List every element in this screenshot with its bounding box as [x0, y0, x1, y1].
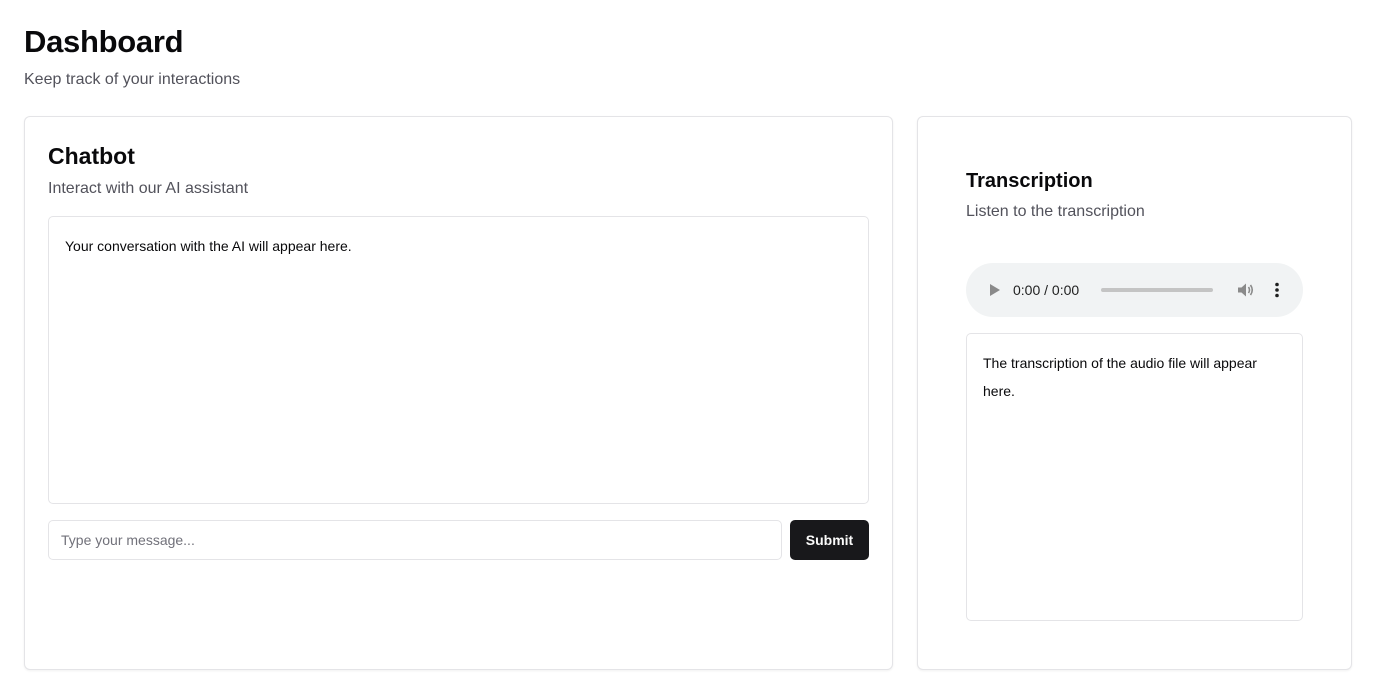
play-icon[interactable]: [986, 282, 1002, 298]
audio-progress-slider[interactable]: [1101, 288, 1213, 292]
chatbot-title: Chatbot: [48, 143, 135, 169]
page-subtitle: Keep track of your interactions: [24, 71, 241, 88]
dashboard-page: Dashboard Keep track of your interaction…: [0, 0, 1376, 694]
page-title: Dashboard: [24, 24, 184, 59]
volume-icon[interactable]: [1235, 280, 1255, 300]
transcription-placeholder: The transcription of the audio file will…: [983, 355, 1257, 399]
chatbot-subtitle: Interact with our AI assistant: [48, 180, 249, 197]
more-options-icon[interactable]: [1267, 280, 1287, 300]
message-input[interactable]: [48, 520, 782, 560]
conversation-placeholder: Your conversation with the AI will appea…: [65, 238, 352, 254]
submit-button[interactable]: Submit: [790, 520, 869, 560]
audio-player: 0:00 / 0:00: [966, 263, 1303, 317]
transcription-card: Transcription Listen to the transcriptio…: [917, 116, 1352, 670]
conversation-area[interactable]: Your conversation with the AI will appea…: [48, 216, 869, 504]
transcription-text-area[interactable]: The transcription of the audio file will…: [966, 333, 1303, 621]
transcription-title: Transcription: [966, 170, 1093, 192]
transcription-subtitle: Listen to the transcription: [966, 203, 1145, 220]
audio-time-display: 0:00 / 0:00: [1013, 282, 1080, 298]
chatbot-card: Chatbot Interact with our AI assistant Y…: [24, 116, 893, 670]
